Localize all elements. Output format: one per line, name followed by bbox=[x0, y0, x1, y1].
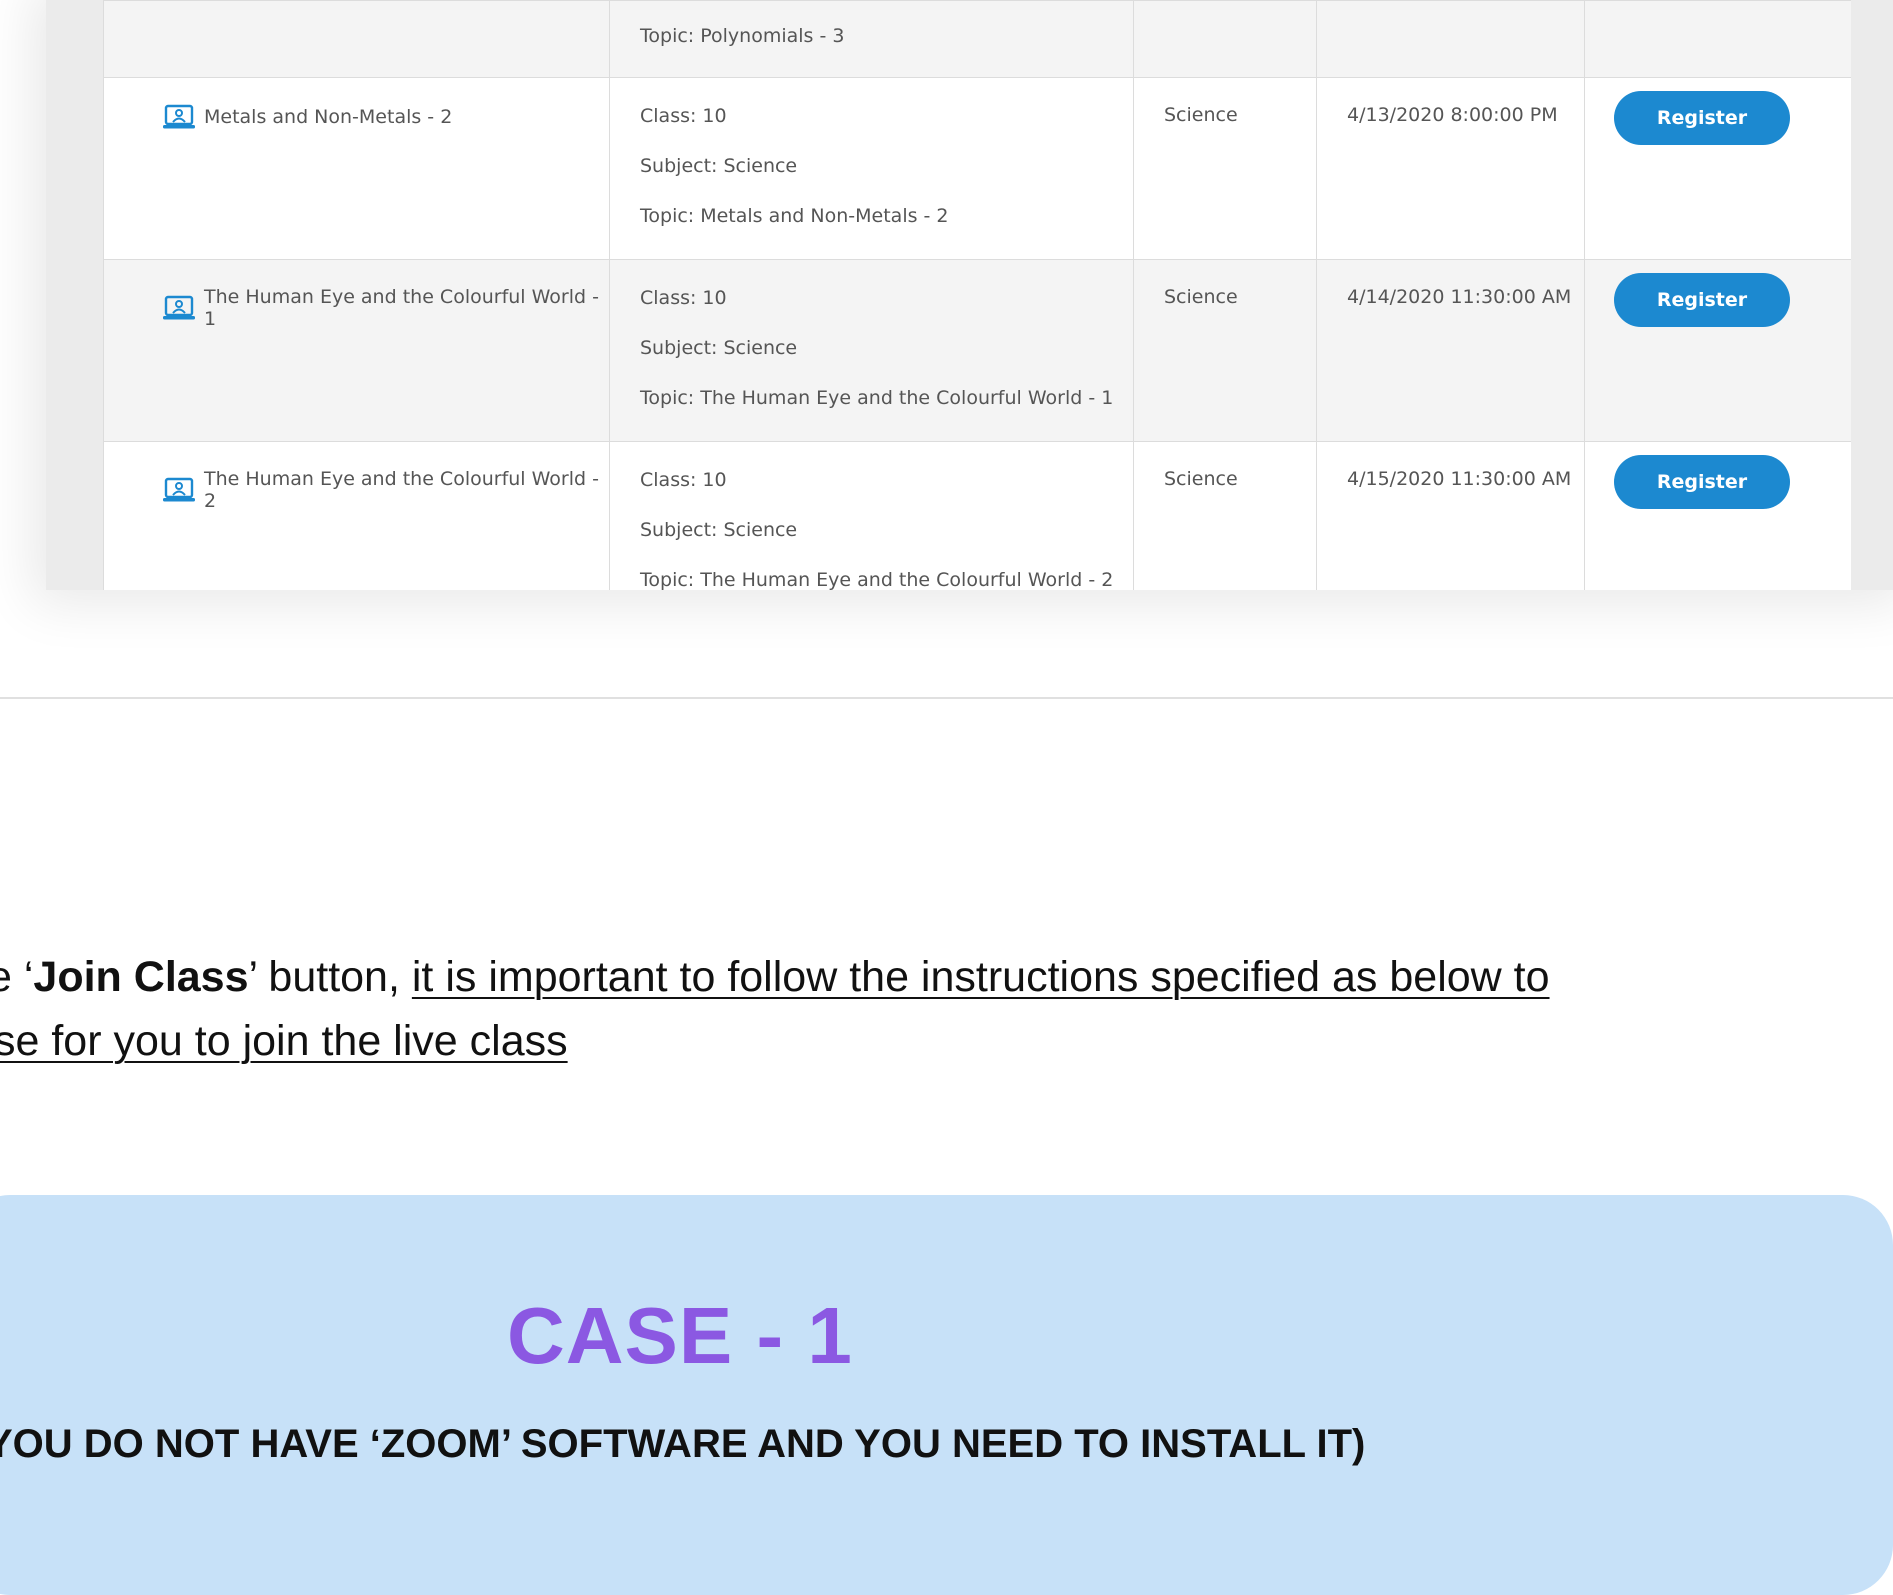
course-title-cell bbox=[103, 0, 610, 78]
datetime-cell: 4/14/2020 11:30:00 AM bbox=[1316, 259, 1585, 442]
case-title: CASE - 1 bbox=[507, 1291, 853, 1380]
join-class-label: Join Class bbox=[33, 953, 249, 1001]
course-details-cell: Class: 10 Subject: Science Topic: The Hu… bbox=[609, 441, 1134, 590]
join-class-instruction: e ‘Join Class’ button, it is important t… bbox=[0, 945, 1893, 1073]
course-title[interactable]: The Human Eye and the Colourful World - … bbox=[204, 468, 609, 512]
subject-text: Subject: Science bbox=[640, 155, 798, 177]
topic-text: Topic: Polynomials - 3 bbox=[640, 25, 845, 47]
class-text: Class: 10 bbox=[640, 287, 727, 309]
online-class-icon bbox=[163, 295, 195, 320]
instruction-line-2: se for you to join the live class bbox=[0, 1009, 1893, 1073]
course-title[interactable]: Metals and Non-Metals - 2 bbox=[204, 106, 452, 128]
course-details-cell: Class: 10 Subject: Science Topic: Metals… bbox=[609, 77, 1134, 260]
instruction-mid: ’ button, bbox=[248, 953, 412, 1001]
action-cell: Register bbox=[1584, 441, 1851, 590]
table-row: Metals and Non-Metals - 2 Class: 10 Subj… bbox=[103, 77, 1851, 260]
subject-cell: Science bbox=[1133, 441, 1317, 590]
online-class-icon bbox=[163, 104, 195, 129]
screenshot-area: Topic: Polynomials - 3 Metals and Non-Me… bbox=[0, 0, 1893, 698]
topic-text: Topic: The Human Eye and the Colourful W… bbox=[640, 569, 1114, 590]
table-row: The Human Eye and the Colourful World - … bbox=[103, 441, 1851, 590]
action-cell: Register bbox=[1584, 259, 1851, 442]
register-button[interactable]: Register bbox=[1614, 455, 1790, 509]
subject-cell bbox=[1133, 0, 1317, 78]
topic-text: Topic: Metals and Non-Metals - 2 bbox=[640, 205, 949, 227]
subject-cell: Science bbox=[1133, 259, 1317, 442]
course-title-cell: The Human Eye and the Colourful World - … bbox=[103, 441, 610, 590]
topic-text: Topic: The Human Eye and the Colourful W… bbox=[640, 387, 1114, 409]
register-button[interactable]: Register bbox=[1614, 273, 1790, 327]
online-class-icon bbox=[163, 477, 195, 502]
instruction-underlined-1: it is important to follow the instructio… bbox=[411, 953, 1550, 1001]
subject-text: Subject: Science bbox=[640, 519, 798, 541]
instruction-prefix: e ‘ bbox=[0, 953, 34, 1001]
course-title[interactable]: The Human Eye and the Colourful World - … bbox=[204, 286, 609, 330]
instruction-underlined-2: se for you to join the live class bbox=[0, 1017, 568, 1065]
action-cell: Register bbox=[1584, 77, 1851, 260]
course-title-cell: The Human Eye and the Colourful World - … bbox=[103, 259, 610, 442]
subject-cell: Science bbox=[1133, 77, 1317, 260]
action-cell bbox=[1584, 0, 1851, 78]
datetime-cell: 4/13/2020 8:00:00 PM bbox=[1316, 77, 1585, 260]
live-classes-table: Topic: Polynomials - 3 Metals and Non-Me… bbox=[103, 0, 1851, 590]
course-title-cell: Metals and Non-Metals - 2 bbox=[103, 77, 610, 260]
section-divider bbox=[0, 697, 1893, 699]
table-row: Topic: Polynomials - 3 bbox=[103, 0, 1851, 78]
course-details-cell: Topic: Polynomials - 3 bbox=[609, 0, 1134, 78]
datetime-cell: 4/15/2020 11:30:00 AM bbox=[1316, 441, 1585, 590]
table-row: The Human Eye and the Colourful World - … bbox=[103, 259, 1851, 442]
class-text: Class: 10 bbox=[640, 469, 727, 491]
case-subtitle: YOU DO NOT HAVE ‘ZOOM’ SOFTWARE AND YOU … bbox=[0, 1422, 1366, 1466]
datetime-cell bbox=[1316, 0, 1585, 78]
class-text: Class: 10 bbox=[640, 105, 727, 127]
course-details-cell: Class: 10 Subject: Science Topic: The Hu… bbox=[609, 259, 1134, 442]
case-panel bbox=[0, 1195, 1893, 1595]
instruction-line-1: e ‘Join Class’ button, it is important t… bbox=[0, 945, 1893, 1009]
register-button[interactable]: Register bbox=[1614, 91, 1790, 145]
subject-text: Subject: Science bbox=[640, 337, 798, 359]
